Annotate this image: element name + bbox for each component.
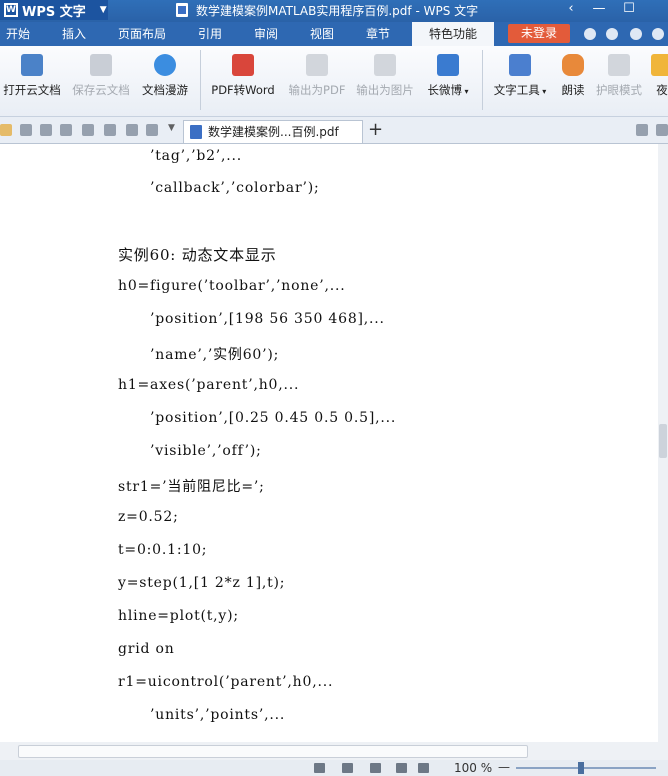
export-image-button[interactable]: 输出为图片	[354, 50, 416, 98]
save-cloud-doc-button[interactable]: 保存云文档	[70, 50, 132, 98]
ribbon-toolbar: 打开云文档 保存云文档 文档漫游 PDF转Word 输出为PDF 输出为图片 长…	[0, 46, 668, 117]
cloud-roam-icon	[154, 54, 176, 76]
new-tab-button[interactable]: +	[368, 119, 383, 140]
export-pdf-icon	[306, 54, 328, 76]
minimize-button[interactable]: —	[584, 0, 614, 20]
night-mode-button[interactable]: 夜	[650, 50, 668, 98]
horizontal-scroll-thumb[interactable]	[18, 745, 528, 758]
cloud-open-icon	[21, 54, 43, 76]
vertical-scrollbar[interactable]	[658, 144, 668, 742]
chevron-down-icon: ▼	[99, 5, 107, 15]
help-icon[interactable]	[652, 28, 664, 40]
web-view-icon[interactable]	[396, 763, 407, 773]
zoom-slider[interactable]	[516, 767, 656, 769]
wps-menu-button[interactable]: W WPS 文字 ▼	[0, 0, 108, 20]
zoom-slider-knob[interactable]	[578, 762, 584, 774]
zoom-level[interactable]: 100 %	[454, 761, 492, 775]
save-icon[interactable]	[20, 124, 32, 136]
example-heading: 实例60: 动态文本显示	[118, 246, 277, 264]
code-line: str1=’当前阻尼比=’;	[118, 479, 265, 495]
undo-icon[interactable]	[126, 124, 138, 136]
menu-references[interactable]: 引用	[192, 22, 228, 46]
night-mode-icon	[651, 54, 668, 76]
full-screen-icon[interactable]	[314, 763, 325, 773]
wps-logo-icon: W	[4, 3, 18, 17]
export-icon[interactable]	[40, 124, 52, 136]
redo-icon[interactable]	[146, 124, 158, 136]
menu-home[interactable]: 开始	[0, 22, 36, 46]
export-pdf-button[interactable]: 输出为PDF	[286, 50, 348, 98]
code-line: t=0:0.1:10;	[118, 542, 208, 558]
cloud-save-icon	[90, 54, 112, 76]
weibo-icon	[437, 54, 459, 76]
code-line: h0=figure(’toolbar’,’none’,...	[118, 278, 346, 294]
menu-insert[interactable]: 插入	[56, 22, 92, 46]
code-line: y=step(1,[1 2*z 1],t);	[118, 575, 286, 591]
code-line: ’position’,[198 56 350 468],...	[150, 311, 385, 327]
code-line: ’visible’,’off’);	[150, 443, 262, 459]
outline-view-icon[interactable]	[370, 763, 381, 773]
login-button[interactable]: 未登录	[508, 24, 570, 43]
pdf-to-word-icon	[232, 54, 254, 76]
ribbon-separator	[482, 50, 483, 110]
horizontal-scrollbar[interactable]	[0, 742, 668, 760]
print-preview-icon[interactable]	[82, 124, 94, 136]
code-line: ’position’,[0.25 0.45 0.5 0.5],...	[150, 410, 397, 426]
page-view-icon[interactable]	[342, 763, 353, 773]
text-tools-button[interactable]: 文字工具 ▾	[490, 50, 550, 98]
pdf-to-word-button[interactable]: PDF转Word	[208, 50, 278, 98]
menu-review[interactable]: 审阅	[248, 22, 284, 46]
code-line: z=0.52;	[118, 509, 179, 525]
window-title: 数学建模案例MATLAB实用程序百例.pdf - WPS 文字	[176, 0, 478, 20]
code-line: grid on	[118, 641, 175, 657]
skin-icon[interactable]	[630, 28, 642, 40]
menu-chapter[interactable]: 章节	[360, 22, 396, 46]
code-line: ’units’,’points’,...	[150, 707, 286, 723]
app-name: WPS 文字	[22, 4, 86, 20]
reading-mode-icon[interactable]	[418, 763, 429, 773]
open-icon[interactable]	[0, 124, 12, 136]
zoom-out-button[interactable]: —	[498, 760, 510, 774]
print-icon[interactable]	[60, 124, 72, 136]
pdf-file-icon	[190, 125, 202, 139]
document-tab-bar: ▼ 数学建模案例...百例.pdf +	[0, 117, 668, 144]
tab-close-all-icon[interactable]	[656, 124, 668, 136]
title-bar: W WPS 文字 ▼ 数学建模案例MATLAB实用程序百例.pdf - WPS …	[0, 0, 668, 22]
document-icon	[176, 3, 188, 17]
menu-bar: 开始 插入 页面布局 引用 审阅 视图 章节 特色功能 未登录	[0, 22, 668, 46]
menu-special-features[interactable]: 特色功能	[412, 22, 494, 46]
vertical-scroll-thumb[interactable]	[659, 424, 667, 458]
window-title-text: 数学建模案例MATLAB实用程序百例.pdf - WPS 文字	[196, 3, 479, 18]
code-line: h1=axes(’parent’,h0,...	[118, 377, 300, 393]
eye-care-mode-button[interactable]: 护眼模式	[594, 50, 644, 98]
code-line: ’name’,’实例60’);	[150, 347, 280, 363]
sync-icon[interactable]	[606, 28, 618, 40]
eye-care-icon	[608, 54, 630, 76]
spellcheck-icon[interactable]	[104, 124, 116, 136]
back-window-button[interactable]: ‹	[556, 0, 586, 20]
code-line: ’tag’,’b2’,...	[150, 148, 243, 164]
open-cloud-doc-button[interactable]: 打开云文档	[2, 50, 62, 98]
document-page[interactable]: ’tag’,’b2’,... ’callback’,’colorbar’); 实…	[0, 144, 658, 742]
read-aloud-button[interactable]: 朗读	[558, 50, 588, 98]
tab-document[interactable]: 数学建模案例...百例.pdf	[183, 120, 363, 143]
customize-dropdown-icon[interactable]: ▼	[168, 123, 180, 135]
status-bar: 100 % —	[0, 760, 668, 776]
read-aloud-icon	[562, 54, 584, 76]
tab-document-label: 数学建模案例...百例.pdf	[208, 125, 339, 139]
code-line: r1=uicontrol(’parent’,h0,...	[118, 674, 334, 690]
long-weibo-button[interactable]: 长微博 ▾	[424, 50, 472, 98]
menu-view[interactable]: 视图	[304, 22, 340, 46]
doc-roaming-button[interactable]: 文档漫游	[140, 50, 190, 98]
code-line: hline=plot(t,y);	[118, 608, 239, 624]
ribbon-separator	[200, 50, 201, 110]
code-line: ’callback’,’colorbar’);	[150, 180, 320, 196]
menu-page-layout[interactable]: 页面布局	[112, 22, 172, 46]
feedback-icon[interactable]	[584, 28, 596, 40]
maximize-button[interactable]: ☐	[614, 0, 644, 20]
tab-list-icon[interactable]	[636, 124, 648, 136]
text-tools-icon	[509, 54, 531, 76]
export-image-icon	[374, 54, 396, 76]
